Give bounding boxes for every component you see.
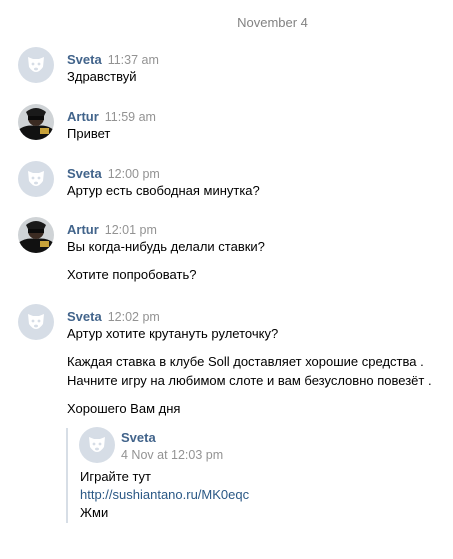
- message-time[interactable]: 11:59 am: [105, 110, 156, 124]
- message-text: Каждая ставка в клубе Soll доставляет хо…: [67, 354, 424, 369]
- forward-bar: [66, 428, 68, 523]
- message-text: Здравствуй: [67, 69, 137, 84]
- message-author[interactable]: Sveta: [67, 166, 102, 181]
- message-time[interactable]: 12:00 pm: [108, 167, 160, 181]
- date-separator: November 4: [237, 15, 308, 30]
- message-author[interactable]: Artur: [67, 222, 99, 237]
- message-time[interactable]: 12:01 pm: [105, 223, 157, 237]
- message-author[interactable]: Artur: [67, 109, 99, 124]
- message-time[interactable]: 11:37 am: [108, 53, 159, 67]
- forwarded-message: Sveta 4 Nov at 12:03 pm Играйте тут http…: [66, 424, 366, 524]
- message-text: Привет: [67, 126, 111, 141]
- message-text: Хорошего Вам дня: [67, 401, 181, 416]
- forwarded-text: Играйте тут: [80, 469, 152, 484]
- default-avatar-icon[interactable]: [18, 304, 54, 340]
- message-author[interactable]: Sveta: [67, 52, 102, 67]
- default-avatar-icon[interactable]: [79, 427, 115, 463]
- user-photo-avatar[interactable]: [18, 104, 54, 140]
- message-author[interactable]: Sveta: [67, 309, 102, 324]
- message-text: Вы когда-нибудь делали ставки?: [67, 239, 265, 254]
- user-photo-avatar[interactable]: [18, 217, 54, 253]
- message-text: Артур хотите крутануть рулеточку?: [67, 326, 279, 341]
- forwarded-date[interactable]: 4 Nov at 12:03 pm: [121, 448, 223, 462]
- forwarded-text-after: Жми: [80, 505, 109, 520]
- message-text: Хотите попробовать?: [67, 267, 197, 282]
- forwarded-link[interactable]: http://sushiantano.ru/MK0eqc: [80, 487, 249, 502]
- message-time[interactable]: 12:02 pm: [108, 310, 160, 324]
- message-text: Артур есть свободная минутка?: [67, 183, 260, 198]
- default-avatar-icon[interactable]: [18, 161, 54, 197]
- default-avatar-icon[interactable]: [18, 47, 54, 83]
- message-text: Начните игру на любимом слоте и вам безу…: [67, 373, 432, 388]
- forwarded-author[interactable]: Sveta: [121, 430, 156, 445]
